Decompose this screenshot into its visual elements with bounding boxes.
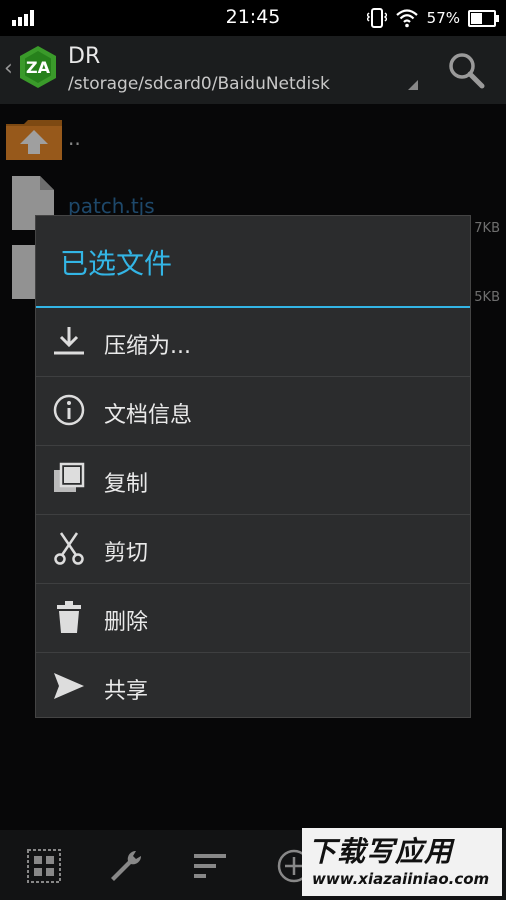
watermark: 下载写应用 www.xiazaiiniao.com	[302, 828, 502, 896]
copy-icon	[54, 462, 85, 492]
menu-item-file-info[interactable]: 文档信息	[36, 377, 470, 446]
folder-title[interactable]: DR	[68, 44, 100, 69]
svg-text:ZA: ZA	[26, 58, 51, 77]
status-bar: 21:45 57%	[0, 0, 506, 36]
info-icon	[53, 394, 85, 426]
grid-select-icon[interactable]	[26, 848, 62, 884]
sort-icon[interactable]	[192, 848, 228, 884]
dialog-title: 已选文件	[60, 247, 173, 280]
trash-icon	[57, 601, 81, 633]
menu-item-label: 删除	[104, 610, 149, 635]
back-chevron-icon[interactable]: ‹	[4, 56, 13, 81]
watermark-title: 下载写应用	[308, 835, 454, 868]
send-icon	[54, 673, 84, 699]
menu-item-cut[interactable]: 剪切	[36, 515, 470, 584]
current-path[interactable]: /storage/sdcard0/BaiduNetdisk	[68, 74, 330, 94]
battery-level	[471, 12, 482, 24]
wifi-icon	[395, 9, 418, 28]
wrench-icon[interactable]	[108, 848, 144, 884]
menu-item-label: 复制	[104, 472, 149, 497]
menu-item-copy[interactable]: 复制	[36, 446, 470, 515]
action-bar: ‹ ZA DR /storage/sdcard0/BaiduNetdisk	[0, 36, 506, 104]
dropdown-triangle-icon[interactable]	[408, 80, 418, 90]
menu-item-label: 文档信息	[104, 403, 193, 428]
vibrate-icon	[366, 8, 387, 28]
menu-item-compress[interactable]: 压缩为...	[36, 308, 470, 377]
watermark-url: www.xiazaiiniao.com	[312, 870, 490, 888]
selected-files-dialog: 已选文件 压缩为... 文档信息 复制 剪切 删除 共享	[36, 216, 470, 717]
zarchiver-logo-icon[interactable]: ZA	[18, 45, 58, 89]
menu-item-share[interactable]: 共享	[36, 653, 470, 721]
menu-item-label: 共享	[104, 679, 149, 704]
menu-item-delete[interactable]: 删除	[36, 584, 470, 653]
search-icon[interactable]	[446, 50, 486, 90]
battery-icon	[468, 9, 499, 27]
menu-item-label: 剪切	[104, 541, 149, 566]
battery-percent: 57%	[426, 9, 460, 27]
download-icon	[54, 327, 84, 355]
menu-item-label: 压缩为...	[104, 334, 191, 359]
scissors-icon	[54, 532, 84, 565]
